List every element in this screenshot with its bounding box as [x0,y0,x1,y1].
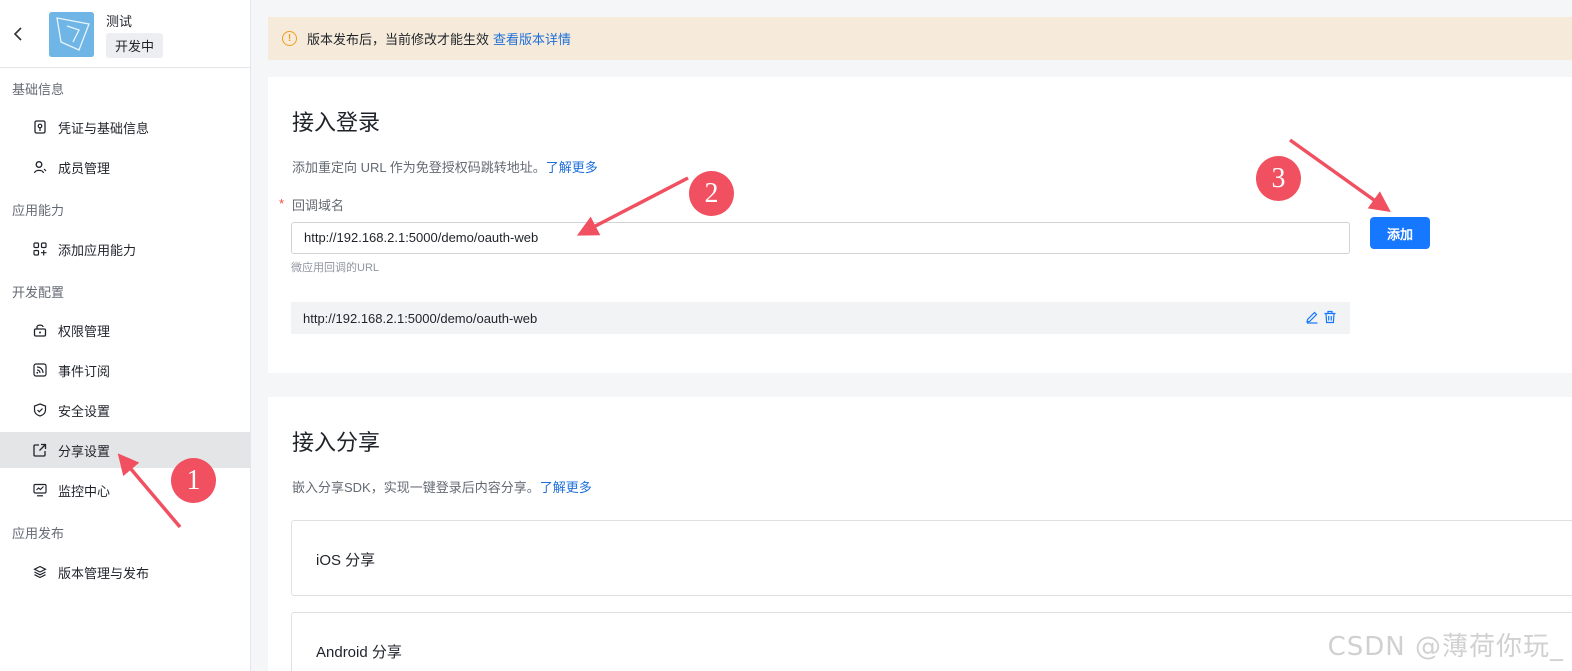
sidebar-item-add-capability[interactable]: 添加应用能力 [0,231,250,267]
sidebar-item-events[interactable]: 事件订阅 [0,352,250,388]
section-title: 接入登录 [292,110,381,135]
sidebar-item-credentials[interactable]: 凭证与基础信息 [0,109,250,145]
field-hint: 微应用回调的URL [291,262,380,274]
nav-group-title: 开发配置 [12,285,65,300]
sidebar: 测试 开发中 基础信息 凭证与基础信息 成员管理 应用能力 添加应用能力 开发配… [0,0,251,671]
learn-more-link[interactable]: 了解更多 [540,480,592,495]
app-name: 测试 [106,14,133,29]
sidebar-item-versions[interactable]: 版本管理与发布 [0,554,250,590]
add-button[interactable]: 添加 [1370,217,1430,249]
description-text: 添加重定向 URL 作为免登授权码跳转地址。 [292,160,546,175]
lock-icon [33,323,47,337]
field-label-text: 回调域名 [292,198,345,213]
annotation-badge: 2 [689,171,734,216]
layers-icon [33,565,47,579]
sidebar-item-label: 监控中心 [58,483,111,499]
saved-url-text: http://192.168.2.1:5000/demo/oauth-web [303,310,538,326]
apps-add-icon [33,242,47,256]
ios-share-label: iOS 分享 [316,552,376,569]
nav-group-title: 应用发布 [12,526,65,541]
required-mark: * [279,196,285,211]
credential-icon [33,120,47,134]
description-text: 嵌入分享SDK，实现一键登录后内容分享。 [292,480,540,495]
sidebar-item-label: 成员管理 [58,160,111,176]
edit-icon[interactable] [1305,310,1319,324]
monitor-icon [33,483,47,497]
sidebar-item-label: 添加应用能力 [58,242,137,258]
sidebar-item-label: 权限管理 [58,323,111,339]
sidebar-item-security[interactable]: 安全设置 [0,392,250,428]
sidebar-item-label: 版本管理与发布 [58,565,150,581]
sidebar-item-members[interactable]: 成员管理 [0,149,250,185]
login-section-card: 接入登录 添加重定向 URL 作为免登授权码跳转地址。了解更多 * 回调域名 h… [268,77,1572,373]
callback-domain-label: * 回调域名 [279,195,345,214]
sidebar-item-label: 凭证与基础信息 [58,120,150,136]
saved-url-row: http://192.168.2.1:5000/demo/oauth-web [291,302,1350,334]
app-header: 测试 开发中 [0,0,250,68]
publish-notice-bar: ! 版本发布后，当前修改才能生效 查看版本详情 [268,17,1572,60]
share-icon [33,443,47,457]
ios-share-panel[interactable]: iOS 分享 [291,520,1572,596]
nav-group-title: 应用能力 [12,203,65,218]
android-share-label: Android 分享 [316,644,402,661]
user-icon [33,160,47,174]
section-description: 嵌入分享SDK，实现一键登录后内容分享。了解更多 [292,477,592,496]
notice-text: 版本发布后，当前修改才能生效 [307,32,490,47]
callback-url-input[interactable]: http://192.168.2.1:5000/demo/oauth-web [291,222,1350,254]
back-arrow-icon[interactable] [10,24,28,44]
sidebar-item-permissions[interactable]: 权限管理 [0,312,250,348]
view-version-details-link[interactable]: 查看版本详情 [493,29,571,48]
delete-icon[interactable] [1323,310,1337,324]
annotation-badge: 3 [1256,156,1301,201]
rss-icon [33,363,47,377]
watermark: CSDN @薄荷你玩_ [1327,632,1564,662]
sidebar-item-label: 分享设置 [58,443,111,459]
sidebar-item-share[interactable]: 分享设置 [0,432,250,468]
app-logo [49,12,94,57]
section-description: 添加重定向 URL 作为免登授权码跳转地址。了解更多 [292,157,598,176]
sidebar-item-label: 事件订阅 [58,363,111,379]
sidebar-item-label: 安全设置 [58,403,111,419]
warning-icon: ! [282,31,297,46]
section-title: 接入分享 [292,430,381,455]
nav-group-title: 基础信息 [12,82,65,97]
shield-icon [33,403,47,417]
app-status-badge: 开发中 [106,33,164,58]
row-actions [1305,310,1337,324]
annotation-badge: 1 [171,458,216,503]
learn-more-link[interactable]: 了解更多 [546,160,598,175]
